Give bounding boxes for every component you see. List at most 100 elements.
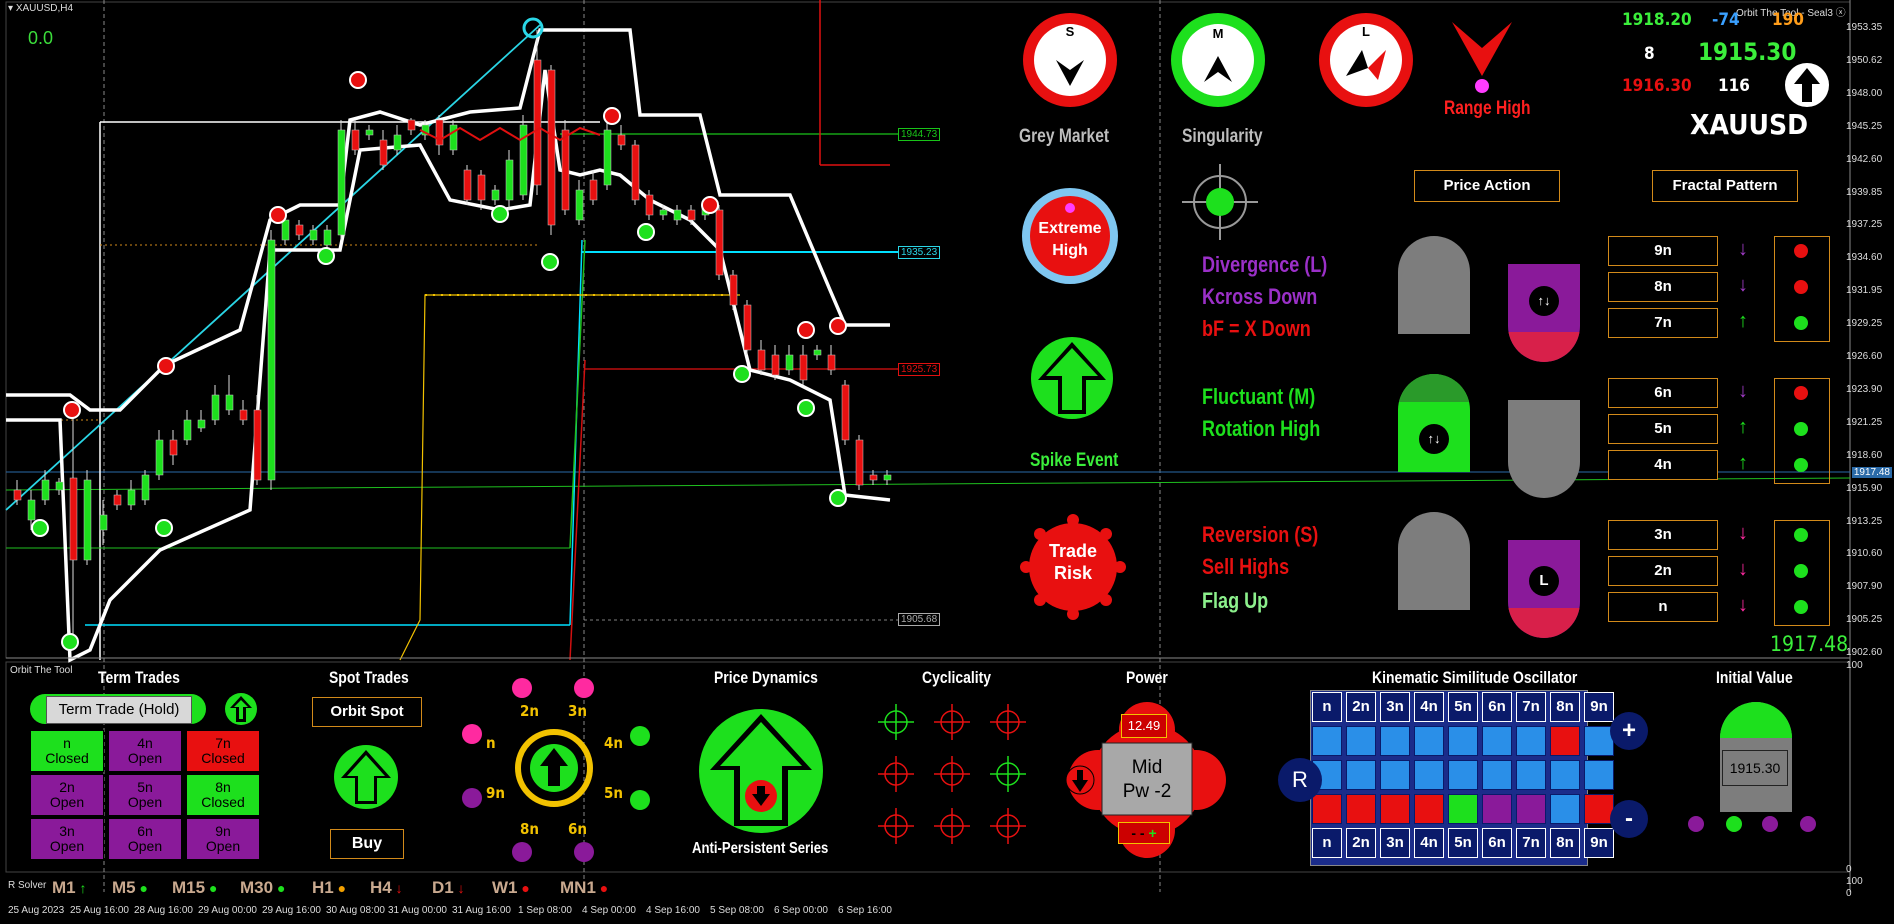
candle-body [13, 489, 22, 501]
fractal-pattern-button[interactable]: Fractal Pattern [1652, 170, 1798, 202]
pivot-marker [541, 253, 559, 271]
term-trade-cell[interactable]: 2n Open [30, 774, 104, 816]
candle-body [645, 194, 654, 216]
kso-cell [1448, 794, 1478, 824]
kso-label: 5n [1448, 692, 1478, 722]
orbit-label: n [486, 734, 496, 752]
fractal-box-9n[interactable]: 9n [1608, 236, 1718, 266]
l-compass-icon: L [1319, 13, 1413, 107]
fractal-box-7n[interactable]: 7n [1608, 308, 1718, 338]
price-axis-label: 1918.60 [1846, 449, 1883, 461]
term-trade-cell[interactable]: 5n Open [108, 774, 182, 816]
timeframe-m1[interactable]: M1 ↑ [52, 878, 87, 898]
term-trade-cell[interactable]: 3n Open [30, 818, 104, 860]
timeframe-w1[interactable]: W1 ● [492, 878, 530, 898]
status-dot-icon: ● [135, 880, 148, 896]
fractal-box-n[interactable]: n [1608, 592, 1718, 622]
pivot-marker [701, 196, 719, 214]
kso-minus-button[interactable]: - [1610, 800, 1648, 838]
kso-plus-button[interactable]: + [1610, 712, 1648, 750]
fractal-box-3n[interactable]: 3n [1608, 520, 1718, 550]
candle-body [463, 169, 472, 201]
price-axis-label: 1939.85 [1846, 186, 1883, 198]
price-axis-label: 1934.60 [1846, 252, 1883, 264]
term-trade-cell[interactable]: 4n Open [108, 730, 182, 772]
date-axis-label: 25 Aug 2023 [8, 905, 65, 916]
kso-cell [1482, 726, 1512, 756]
kso-label: n [1312, 692, 1342, 722]
timeframe-label: D1 [432, 878, 454, 897]
capsule-m-left: ↑↓ [1398, 374, 1470, 472]
candle-body [99, 514, 108, 531]
term-trade-hold-button[interactable]: Term Trade (Hold) [46, 696, 192, 724]
pivot-marker [157, 357, 175, 375]
candle-body [83, 479, 92, 561]
status-dot [1800, 816, 1816, 832]
cycle-crosshair-icon [990, 756, 1026, 792]
current-price-big: 1917.48 [1770, 632, 1849, 656]
timeframe-m15[interactable]: M15 ● [172, 878, 217, 898]
term-trade-cell[interactable]: n Closed [30, 730, 104, 772]
kso-label: 5n [1448, 828, 1478, 858]
candle-body [589, 179, 598, 201]
up-arrow-icon: ↑ [1738, 452, 1748, 474]
timeframe-label: M15 [172, 878, 206, 897]
up-arrow-icon [1785, 63, 1829, 107]
range-high-arrow-icon [1452, 22, 1512, 93]
timeframe-m5[interactable]: M5 ● [112, 878, 148, 898]
candle-body [127, 489, 136, 506]
buy-button[interactable]: Buy [330, 829, 404, 859]
candle-body [729, 274, 738, 306]
capsule-s-left [1398, 512, 1470, 610]
fractal-box-8n[interactable]: 8n [1608, 272, 1718, 302]
fractal-box-2n[interactable]: 2n [1608, 556, 1718, 586]
candle-body [533, 59, 542, 186]
status-dot [1762, 816, 1778, 832]
price-axis-label: 1950.62 [1846, 54, 1883, 66]
term-trade-cell[interactable]: 8n Closed [186, 774, 260, 816]
timeframe-m30[interactable]: M30 ● [240, 878, 285, 898]
kso-cell [1448, 760, 1478, 790]
fractal-box-5n[interactable]: 5n [1608, 414, 1718, 444]
kso-cell [1380, 794, 1410, 824]
candle-body [603, 129, 612, 186]
kso-cell [1482, 794, 1512, 824]
power-indicator: - - + [1118, 822, 1170, 844]
price-axis-label: 1937.25 [1846, 219, 1883, 231]
candle-body [141, 474, 150, 501]
capsule-l-left [1398, 236, 1470, 334]
timeframe-d1[interactable]: D1 ↓ [432, 878, 465, 898]
date-axis-label: 4 Sep 00:00 [582, 905, 636, 916]
fractal-box-4n[interactable]: 4n [1608, 450, 1718, 480]
kso-cell [1346, 726, 1376, 756]
price-action-button[interactable]: Price Action [1414, 170, 1560, 202]
fractal-box-6n[interactable]: 6n [1608, 378, 1718, 408]
fractal-dot-group [1774, 520, 1830, 626]
timeframe-h1[interactable]: H1 ● [312, 878, 346, 898]
candle-body [771, 354, 780, 376]
down-arrow-icon: ↓ [1738, 522, 1748, 544]
candle-body [561, 129, 570, 211]
up-arrow-icon: ↑ [1738, 416, 1748, 438]
timeframe-mn1[interactable]: MN1 ● [560, 878, 608, 898]
kso-label: 7n [1516, 692, 1546, 722]
date-axis-label: 5 Sep 08:00 [710, 905, 764, 916]
kso-label: 2n [1346, 692, 1376, 722]
kso-cell [1346, 794, 1376, 824]
candle-body [883, 474, 892, 481]
kso-r-button[interactable]: R [1278, 758, 1322, 802]
term-trade-cell[interactable]: 9n Open [186, 818, 260, 860]
term-trade-cell[interactable]: 6n Open [108, 818, 182, 860]
candle-body [757, 349, 766, 371]
price-axis-label: 1923.90 [1846, 383, 1883, 395]
pivot-marker [797, 321, 815, 339]
term-trade-cell-label: 7n [215, 735, 231, 751]
candle-body [267, 239, 276, 481]
term-trade-cell[interactable]: 7n Closed [186, 730, 260, 772]
term-trade-cell-status: Closed [45, 750, 89, 766]
price-axis-label: 1953.35 [1846, 22, 1883, 33]
osc-axis-label: 0 [1846, 864, 1852, 875]
timeframe-h4[interactable]: H4 ↓ [370, 878, 403, 898]
orbit-spot-button[interactable]: Orbit Spot [312, 697, 422, 727]
candle-body [869, 474, 878, 481]
